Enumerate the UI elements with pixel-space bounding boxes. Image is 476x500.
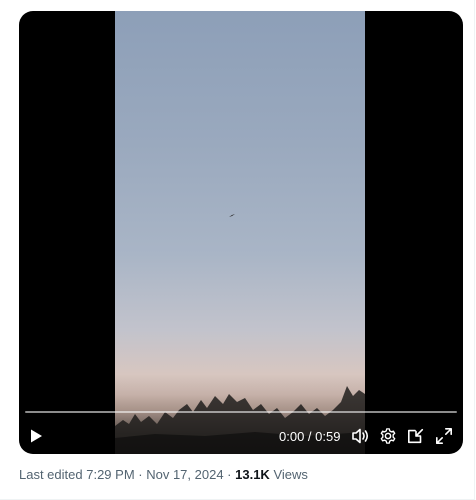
bird-in-sky bbox=[229, 214, 235, 217]
video-player[interactable]: 0:00 / 0:59 bbox=[19, 11, 463, 454]
post-date[interactable]: Nov 17, 2024 bbox=[146, 467, 223, 482]
views-count[interactable]: 13.1K bbox=[235, 467, 270, 482]
volume-icon bbox=[352, 428, 369, 444]
play-icon bbox=[31, 429, 42, 443]
post-container: 0:00 / 0:59 Last edited 7:29 PM · Nov 17… bbox=[0, 0, 475, 500]
fullscreen-button[interactable] bbox=[433, 425, 455, 447]
fullscreen-icon bbox=[435, 427, 453, 445]
time-separator: / bbox=[304, 429, 316, 444]
time-display: 0:00 / 0:59 bbox=[279, 428, 345, 446]
meta-dot: · bbox=[134, 467, 147, 482]
video-frame[interactable] bbox=[115, 11, 365, 454]
volume-button[interactable] bbox=[349, 425, 371, 447]
edited-label[interactable]: Last edited bbox=[19, 467, 83, 482]
current-time: 0:00 bbox=[279, 429, 305, 444]
settings-button[interactable] bbox=[377, 425, 399, 447]
post-meta: Last edited 7:29 PM · Nov 17, 2024 · 13.… bbox=[19, 466, 308, 484]
picture-in-picture-button[interactable] bbox=[405, 425, 427, 447]
progress-bar[interactable] bbox=[25, 411, 457, 413]
picture-in-picture-icon bbox=[407, 428, 424, 444]
views-label[interactable]: Views bbox=[273, 467, 307, 482]
duration: 0:59 bbox=[315, 429, 341, 444]
gear-icon bbox=[380, 428, 396, 444]
play-button[interactable] bbox=[25, 425, 47, 447]
post-time[interactable]: 7:29 PM bbox=[86, 467, 134, 482]
meta-dot-2: · bbox=[223, 467, 236, 482]
